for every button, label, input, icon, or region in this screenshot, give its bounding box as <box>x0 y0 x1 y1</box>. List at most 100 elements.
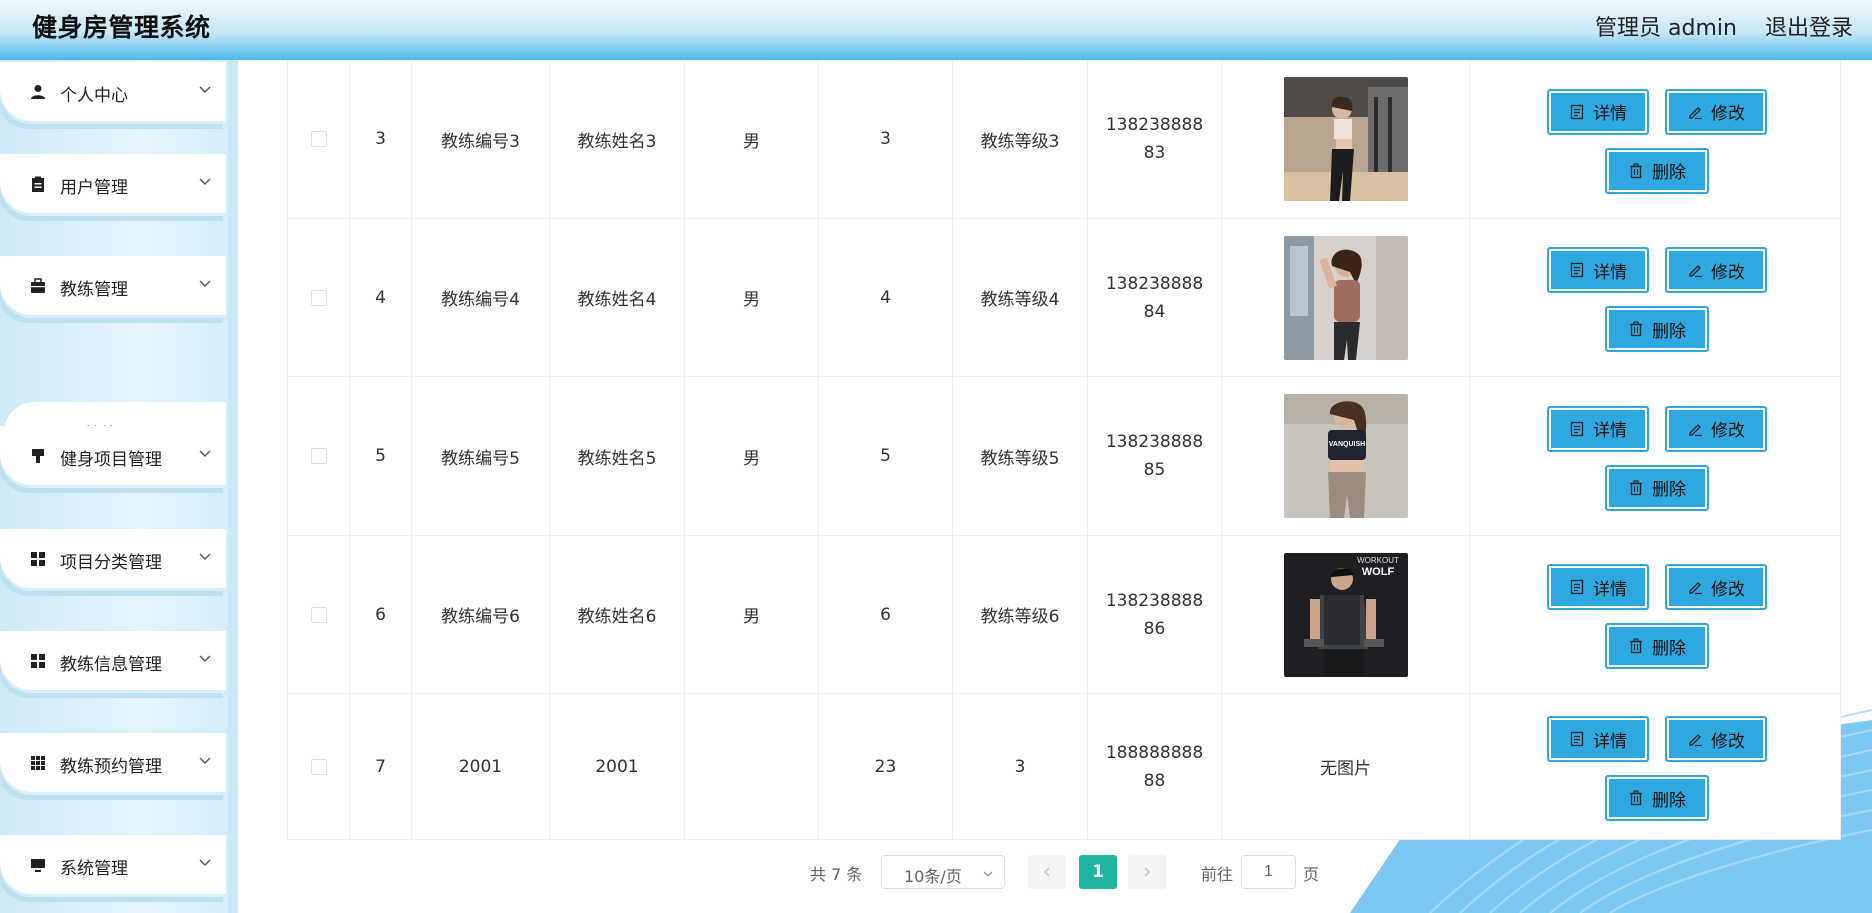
sidebar-item-user-management[interactable]: 用户管理 <box>0 154 226 216</box>
chevron-down-icon <box>983 871 993 877</box>
sidebar-item-project-category-management[interactable]: 项目分类管理 <box>0 529 226 591</box>
page-number-current[interactable]: 1 <box>1079 855 1117 889</box>
photo-overlay-text: WORKOUT <box>1357 556 1399 565</box>
age-cell: 23 <box>819 694 953 839</box>
phone-value: 13823888883 <box>1105 115 1204 163</box>
gender-cell: 男 <box>685 377 819 535</box>
photo-cell <box>1222 60 1470 218</box>
row-checkbox[interactable] <box>310 606 327 623</box>
button-label: 详情 <box>1593 579 1627 600</box>
trash-icon <box>1630 321 1642 337</box>
chevron-down-icon <box>199 553 211 560</box>
phone-cell: 13823888886 <box>1088 536 1222 693</box>
coach-photo[interactable] <box>1283 77 1408 201</box>
stamp-icon <box>32 449 44 463</box>
no-photo-text: 无图片 <box>1320 759 1371 779</box>
delete-button[interactable]: 删除 <box>1605 775 1709 821</box>
row-checkbox[interactable] <box>310 131 327 147</box>
detail-button[interactable]: 详情 <box>1547 564 1649 610</box>
sidebar-item-label: 教练信息管理 <box>60 655 162 675</box>
coach-level-value: 教练等级3 <box>980 131 1060 152</box>
table-row: 7 2001 2001 23 3 18888888888 无图片 详情 修改 删除 <box>288 694 1841 840</box>
document-icon <box>1570 731 1584 747</box>
edit-icon <box>1689 582 1702 595</box>
index-cell: 7 <box>350 694 412 839</box>
gender-cell: 男 <box>685 536 819 693</box>
coach-level-cell: 教练等级5 <box>953 377 1088 535</box>
chevron-down-icon <box>199 280 211 287</box>
edit-button[interactable]: 修改 <box>1665 564 1767 610</box>
chevron-down-icon <box>199 86 211 93</box>
coach-name-value: 教练姓名3 <box>577 131 657 152</box>
goto-page-input[interactable] <box>1241 855 1296 889</box>
detail-button[interactable]: 详情 <box>1547 716 1649 762</box>
grid-icon <box>31 552 45 566</box>
button-label: 修改 <box>1711 421 1745 441</box>
actions-cell: 详情 修改删除 <box>1470 60 1841 218</box>
admin-label: 管理员 admin <box>1595 16 1737 41</box>
chevron-right-icon <box>1144 867 1151 877</box>
coach-name-cell: 教练姓名3 <box>550 60 685 218</box>
select-cell <box>288 60 350 218</box>
photo-cell: VANQUISH <box>1222 377 1470 535</box>
prev-page-button[interactable] <box>1028 855 1066 889</box>
age-cell: 6 <box>819 536 953 693</box>
coach-level-cell: 教练等级3 <box>953 60 1088 218</box>
trash-icon <box>1630 790 1642 806</box>
next-page-button[interactable] <box>1128 855 1166 889</box>
button-label: 删除 <box>1652 638 1686 659</box>
coach-level-cell: 教练等级4 <box>953 219 1088 376</box>
age-value: 5 <box>880 446 891 466</box>
coach-level-cell: 教练等级6 <box>953 536 1088 693</box>
edit-button[interactable]: 修改 <box>1665 716 1767 762</box>
gender-cell: 男 <box>685 219 819 376</box>
index-value: 6 <box>375 604 386 625</box>
edit-button[interactable]: 修改 <box>1665 88 1767 135</box>
edit-button[interactable]: 修改 <box>1665 405 1767 452</box>
row-checkbox[interactable] <box>310 448 327 464</box>
coach-code-value: 教练编号5 <box>441 448 520 469</box>
edit-button[interactable]: 修改 <box>1665 247 1767 293</box>
select-cell <box>288 536 350 693</box>
detail-button[interactable]: 详情 <box>1547 88 1649 135</box>
page-size-select[interactable]: 10条/页 <box>881 855 1005 889</box>
coach-photo[interactable]: WORKOUT WOLF <box>1283 552 1408 677</box>
button-label: 详情 <box>1593 262 1627 283</box>
row-checkbox[interactable] <box>310 289 327 306</box>
coach-photo[interactable] <box>1283 235 1408 360</box>
detail-button[interactable]: 详情 <box>1547 405 1649 452</box>
delete-button[interactable]: 删除 <box>1605 464 1709 511</box>
photo-cell: 无图片 <box>1222 694 1470 839</box>
index-cell: 4 <box>350 219 412 376</box>
coach-name-cell: 教练姓名6 <box>550 536 685 693</box>
detail-button[interactable]: 详情 <box>1547 247 1649 293</box>
delete-button[interactable]: 删除 <box>1605 147 1709 194</box>
delete-button[interactable]: 删除 <box>1605 623 1709 669</box>
coach-code-cell: 教练编号6 <box>412 536 550 693</box>
sidebar-item-fitness-project-management[interactable]: 健身项目管理 <box>0 426 226 488</box>
coach-photo[interactable]: VANQUISH <box>1283 394 1408 518</box>
row-checkbox[interactable] <box>310 758 327 775</box>
goto-label: 前往 <box>1201 865 1234 884</box>
coach-code-value: 教练编号6 <box>441 607 520 627</box>
coach-code-cell: 教练编号4 <box>412 219 550 376</box>
sidebar-item-coach-info-management[interactable]: 教练信息管理 <box>0 631 226 693</box>
index-value: 7 <box>375 756 386 777</box>
logout-link[interactable]: 退出登录 <box>1765 10 1853 42</box>
select-cell <box>288 377 350 535</box>
coach-code-cell: 2001 <box>412 694 550 839</box>
coach-name-value: 教练姓名6 <box>577 607 657 627</box>
app-title: 健身房管理系统 <box>32 13 211 42</box>
sidebar-item-coach-management[interactable]: 教练管理 <box>0 256 226 318</box>
index-cell: 3 <box>350 60 412 218</box>
age-value: 4 <box>880 287 891 308</box>
coach-code-value: 2001 <box>458 756 503 777</box>
delete-button[interactable]: 删除 <box>1605 306 1709 352</box>
table-row: 3 教练编号3 教练姓名3 男 3 教练等级3 13823888883 详情 修改 删除 <box>288 60 1841 219</box>
coach-name-value: 教练姓名5 <box>577 448 657 469</box>
sidebar-item-coach-booking-management[interactable]: 教练预约管理 <box>0 733 226 795</box>
edit-icon <box>1689 265 1702 278</box>
sidebar-item-personal-center[interactable]: 个人中心 <box>0 62 226 124</box>
index-cell: 6 <box>350 536 412 693</box>
top-header: 健身房管理系统 管理员 admin 退出登录 <box>0 0 1872 60</box>
